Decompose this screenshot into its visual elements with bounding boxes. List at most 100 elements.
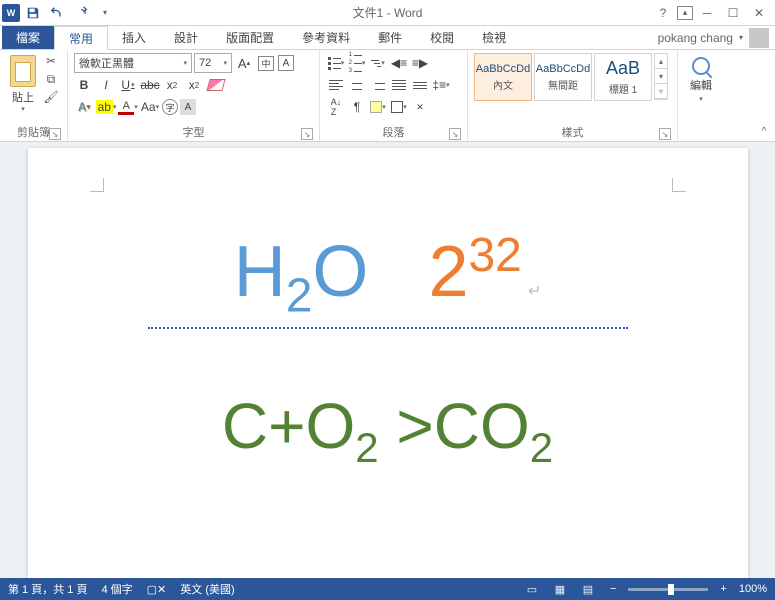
view-read-button[interactable]: ▭ <box>522 581 542 597</box>
copy-button[interactable]: ⧉ <box>42 71 60 87</box>
redo-button[interactable] <box>70 2 92 24</box>
group-editing: 編輯 ▾ <box>678 50 724 141</box>
italic-button[interactable]: I <box>96 75 116 95</box>
page[interactable]: H2O 232↵ C+O2 >CO2 <box>28 148 748 578</box>
ribbon-tabs: 檔案 常用 插入 設計 版面配置 參考資料 郵件 校閱 檢視 pokang ch… <box>0 26 775 50</box>
numbering-button[interactable]: 123▾ <box>347 53 367 73</box>
increase-indent-button[interactable]: ≡▶ <box>410 53 430 73</box>
tab-design[interactable]: 設計 <box>160 26 212 49</box>
tab-references[interactable]: 參考資料 <box>288 26 364 49</box>
align-right-button[interactable] <box>368 75 388 95</box>
character-shading-button[interactable]: A <box>180 99 196 115</box>
decrease-indent-button[interactable]: ◀≡ <box>389 53 409 73</box>
group-styles: AaBbCcDd 內文 AaBbCcDd 無間距 AaB 標題 1 ▴ ▾ ▿ … <box>468 50 678 141</box>
borders-button[interactable]: ▾ <box>389 97 409 117</box>
zoom-in-button[interactable]: + <box>716 583 730 595</box>
superscript-button[interactable]: x2 <box>184 75 204 95</box>
find-icon <box>692 57 710 75</box>
bullets-button[interactable]: ▾ <box>326 53 346 73</box>
style-heading1[interactable]: AaB 標題 1 <box>594 53 652 101</box>
group-paragraph: ▾ 123▾ ▾ ◀≡ ≡▶ ‡≡▾ A↓Z ¶ ▾ ▾ ✕ <box>320 50 468 141</box>
word-app-icon: W <box>2 4 20 22</box>
shading-button[interactable]: ▾ <box>368 97 388 117</box>
text-effects-button[interactable]: A▾ <box>74 97 94 117</box>
close-button[interactable]: ✕ <box>747 3 771 23</box>
qat-customize-button[interactable]: ▾ <box>94 2 116 24</box>
tab-review[interactable]: 校閱 <box>416 26 468 49</box>
cut-button[interactable]: ✂ <box>42 53 60 69</box>
zoom-level[interactable]: 100% <box>739 583 767 595</box>
format-painter-button[interactable]: 🖌 <box>42 89 60 105</box>
margin-mark <box>90 178 104 192</box>
grow-font-button[interactable]: A▴ <box>234 53 254 73</box>
paragraph-mark: ↵ <box>528 283 541 300</box>
line-spacing-button[interactable]: ‡≡▾ <box>431 75 451 95</box>
justify-button[interactable] <box>389 75 409 95</box>
zoom-out-button[interactable]: − <box>606 583 620 595</box>
avatar[interactable] <box>749 28 769 48</box>
clipboard-launcher[interactable]: ↘ <box>49 128 61 140</box>
ribbon-display-button[interactable]: ▴ <box>677 6 693 20</box>
tab-mailings[interactable]: 郵件 <box>364 26 416 49</box>
paragraph-launcher[interactable]: ↘ <box>449 128 461 140</box>
status-page[interactable]: 第 1 頁，共 1 頁 <box>8 581 87 597</box>
doc-line-1[interactable]: H2O 232↵ <box>68 228 708 323</box>
clear-formatting-button[interactable] <box>206 75 226 95</box>
status-words[interactable]: 4 個字 <box>101 581 132 597</box>
font-name-combo[interactable]: 微軟正黑體▾ <box>74 53 192 73</box>
window-title: 文件1 - Word <box>353 4 423 21</box>
status-language[interactable]: 英文 (美國) <box>180 581 234 597</box>
tab-file[interactable]: 檔案 <box>2 26 54 49</box>
style-no-spacing[interactable]: AaBbCcDd 無間距 <box>534 53 592 101</box>
distributed-button[interactable] <box>410 75 430 95</box>
undo-button[interactable] <box>46 2 68 24</box>
status-proofing-icon[interactable]: ▢✕ <box>147 583 167 596</box>
group-clipboard-label: 剪貼簿 <box>17 127 50 139</box>
view-print-button[interactable]: ▦ <box>550 581 570 597</box>
tab-view[interactable]: 檢視 <box>468 26 520 49</box>
maximize-button[interactable]: ☐ <box>721 3 745 23</box>
minimize-button[interactable]: ─ <box>695 3 719 23</box>
user-menu-arrow[interactable]: ▾ <box>739 33 743 42</box>
styles-launcher[interactable]: ↘ <box>659 128 671 140</box>
font-launcher[interactable]: ↘ <box>301 128 313 140</box>
zoom-slider[interactable] <box>628 588 708 591</box>
tab-layout[interactable]: 版面配置 <box>212 26 288 49</box>
user-name[interactable]: pokang chang <box>658 31 733 45</box>
bold-button[interactable]: B <box>74 75 94 95</box>
underline-button[interactable]: U▾ <box>118 75 138 95</box>
style-normal[interactable]: AaBbCcDd 內文 <box>474 53 532 101</box>
asian-layout-button[interactable]: ✕ <box>410 97 430 117</box>
text-h2o[interactable]: H2O <box>234 231 369 323</box>
subscript-button[interactable]: x2 <box>162 75 182 95</box>
group-styles-label: 樣式 <box>562 127 584 139</box>
paste-button[interactable]: 貼上 ▾ <box>6 53 40 113</box>
styles-expand[interactable]: ▿ <box>655 84 667 99</box>
character-border-button[interactable]: A <box>278 55 294 71</box>
styles-scroll-down[interactable]: ▾ <box>655 69 667 84</box>
ribbon: 貼上 ▾ ✂ ⧉ 🖌 剪貼簿↘ 微軟正黑體▾ 72▾ A▴ 中 A B I <box>0 50 775 142</box>
multilevel-list-button[interactable]: ▾ <box>368 53 388 73</box>
help-button[interactable]: ? <box>651 3 675 23</box>
highlight-button[interactable]: ab▾ <box>96 97 116 117</box>
font-size-combo[interactable]: 72▾ <box>194 53 232 73</box>
font-color-button[interactable]: A▾ <box>118 97 138 117</box>
phonetic-guide-button[interactable]: 中 <box>256 53 276 73</box>
view-web-button[interactable]: ▤ <box>578 581 598 597</box>
collapse-ribbon-button[interactable]: ^ <box>757 124 771 138</box>
align-center-button[interactable] <box>347 75 367 95</box>
text-exp[interactable]: 232↵ <box>428 228 541 313</box>
doc-line-2[interactable]: C+O2 >CO2 <box>68 389 708 472</box>
editing-button[interactable]: 編輯 <box>690 77 712 93</box>
styles-scroll-up[interactable]: ▴ <box>655 54 667 69</box>
strikethrough-button[interactable]: abc <box>140 75 160 95</box>
tab-home[interactable]: 常用 <box>54 26 108 50</box>
save-button[interactable] <box>22 2 44 24</box>
show-marks-button[interactable]: ¶ <box>347 97 367 117</box>
enclose-characters-button[interactable]: 字 <box>162 99 178 115</box>
sort-button[interactable]: A↓Z <box>326 97 346 117</box>
document-area[interactable]: H2O 232↵ C+O2 >CO2 <box>0 142 775 578</box>
change-case-button[interactable]: Aa▾ <box>140 97 160 117</box>
align-left-button[interactable] <box>326 75 346 95</box>
tab-insert[interactable]: 插入 <box>108 26 160 49</box>
